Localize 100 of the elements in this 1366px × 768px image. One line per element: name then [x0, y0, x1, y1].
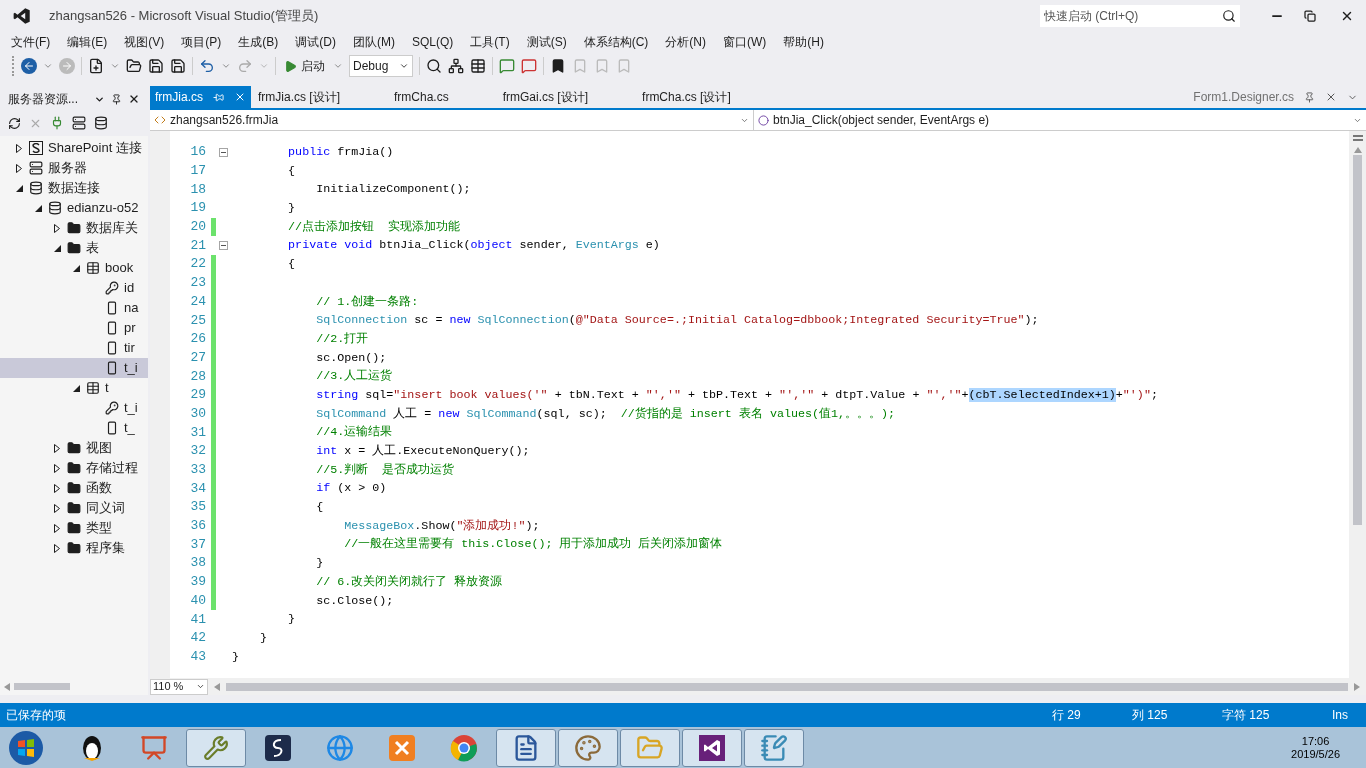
code-line: int x = 人工.ExecuteNonQuery(); [315, 443, 530, 460]
refresh-icon[interactable] [8, 116, 21, 130]
hierarchy-icon[interactable] [448, 58, 464, 74]
tree-item[interactable]: edianzu-o52 [0, 198, 148, 218]
tree-item[interactable]: na [0, 298, 148, 318]
expand-arrow-icon[interactable] [54, 443, 60, 453]
tree-item[interactable]: t_ [0, 418, 148, 438]
tree-item[interactable]: tir [0, 338, 148, 358]
tree-item[interactable]: SharePoint 连接 [0, 138, 148, 158]
close-icon[interactable] [1325, 91, 1337, 103]
play-icon [284, 59, 297, 73]
file-tab[interactable]: frmJia.cs [设计] [253, 86, 345, 108]
start-button[interactable] [6, 728, 46, 767]
collapse-arrow-icon[interactable] [72, 264, 80, 272]
tree-item[interactable]: id [0, 278, 148, 298]
tree-item[interactable]: 视图 [0, 438, 148, 458]
close-icon[interactable] [1340, 9, 1354, 23]
menu-item[interactable]: 编辑(E) [61, 33, 114, 51]
menu-item[interactable]: 工具(T) [464, 33, 516, 51]
folder-icon [67, 221, 81, 235]
menu-item[interactable]: 生成(B) [232, 33, 285, 51]
pin-icon[interactable] [213, 91, 224, 103]
tree-item[interactable]: book [0, 258, 148, 278]
quick-launch-field[interactable]: 快速启动 (Ctrl+Q) [1040, 5, 1218, 27]
collapse-arrow-icon[interactable] [34, 204, 42, 212]
tree-label: 数据库关 [86, 219, 138, 238]
menu-item[interactable]: 分析(N) [659, 33, 712, 51]
menu-item[interactable]: SQL(Q) [406, 33, 460, 51]
new-file-icon[interactable] [88, 58, 104, 74]
menu-item[interactable]: 测试(S) [520, 33, 573, 51]
scroll-left-icon[interactable] [4, 682, 10, 691]
connect-icon[interactable] [50, 116, 64, 130]
tree-item[interactable]: t [0, 378, 148, 398]
expand-arrow-icon[interactable] [54, 223, 60, 233]
menu-item[interactable]: 体系结构(C) [577, 33, 655, 51]
tree-item[interactable]: 数据连接 [0, 178, 148, 198]
find-icon[interactable] [426, 58, 442, 74]
restore-icon[interactable] [1304, 10, 1316, 22]
save-icon[interactable] [148, 58, 164, 74]
back-icon[interactable] [21, 58, 37, 74]
pin-icon[interactable] [111, 93, 122, 105]
tree-item[interactable]: 函数 [0, 478, 148, 498]
expand-arrow-icon[interactable] [54, 503, 60, 513]
zoom-dropdown[interactable]: 110 % [150, 678, 208, 695]
file-tab[interactable]: frmGai.cs [设计] [497, 86, 594, 108]
preview-tab[interactable]: Form1.Designer.cs [1193, 88, 1294, 106]
save-all-icon[interactable] [170, 58, 186, 74]
bookmark-icon[interactable] [550, 58, 566, 74]
menu-item[interactable]: 文件(F) [5, 33, 57, 51]
menu-item[interactable]: 项目(P) [175, 33, 228, 51]
expand-arrow-icon[interactable] [16, 143, 22, 153]
split-handle-icon[interactable] [1352, 135, 1363, 141]
expand-arrow-icon[interactable] [54, 463, 60, 473]
start-button[interactable]: 启动 [282, 55, 327, 77]
add-comment-icon[interactable] [499, 58, 515, 74]
tree-item[interactable]: 服务器 [0, 158, 148, 178]
add-database-icon[interactable] [94, 116, 108, 130]
tree-item[interactable]: 数据库关 [0, 218, 148, 238]
menu-item[interactable]: 团队(M) [347, 33, 401, 51]
file-tab[interactable]: frmJia.cs [150, 86, 251, 108]
undo-icon[interactable] [199, 58, 215, 74]
tree-item[interactable]: t_i [0, 398, 148, 418]
tree-item[interactable]: 类型 [0, 518, 148, 538]
class-dropdown[interactable]: zhangsan526.frmJia [150, 110, 754, 130]
collapse-arrow-icon[interactable] [72, 384, 80, 392]
file-tab[interactable]: frmCha.cs [设计] [637, 86, 736, 108]
collapse-arrow-icon[interactable] [15, 184, 23, 192]
close-icon[interactable] [128, 93, 140, 105]
tree-label: 服务器 [48, 159, 87, 178]
menu-item[interactable]: 视图(V) [118, 33, 171, 51]
vertical-scrollbar[interactable] [1349, 131, 1366, 678]
file-tab[interactable]: frmCha.cs [389, 86, 454, 108]
collapse-icon[interactable] [218, 147, 228, 157]
remove-comment-icon[interactable] [521, 58, 537, 74]
tree-item[interactable]: 程序集 [0, 538, 148, 558]
search-button[interactable] [1218, 5, 1240, 27]
expand-arrow-icon[interactable] [54, 523, 60, 533]
expand-arrow-icon[interactable] [16, 163, 22, 173]
tree-item[interactable]: pr [0, 318, 148, 338]
collapse-icon[interactable] [218, 241, 228, 251]
collapse-arrow-icon[interactable] [53, 244, 61, 252]
code-line: //一般在这里需要有 this.Close(); 用于添加成功 后关闭添加窗体 [343, 536, 723, 554]
tree-item[interactable]: 表 [0, 238, 148, 258]
pin-icon[interactable] [1304, 91, 1315, 103]
expand-arrow-icon[interactable] [54, 483, 60, 493]
tree-item[interactable]: t_i [0, 358, 148, 378]
tree-item[interactable]: 同义词 [0, 498, 148, 518]
expand-arrow-icon[interactable] [54, 543, 60, 553]
menu-item[interactable]: 窗口(W) [717, 33, 773, 51]
add-server-icon[interactable] [72, 116, 86, 130]
open-file-icon[interactable] [126, 58, 142, 74]
folder-icon [67, 501, 81, 515]
configuration-dropdown[interactable]: Debug [349, 55, 413, 77]
code-line: //5.判断 是否成功运货 [315, 461, 455, 479]
member-dropdown[interactable]: btnJia_Click(object sender, EventArgs e) [754, 110, 1366, 130]
menu-item[interactable]: 帮助(H) [777, 33, 830, 51]
list-icon[interactable] [470, 58, 486, 74]
menu-item[interactable]: 调试(D) [289, 33, 342, 51]
tree-item[interactable]: 存储过程 [0, 458, 148, 478]
taskbar-app-button[interactable] [682, 728, 742, 767]
